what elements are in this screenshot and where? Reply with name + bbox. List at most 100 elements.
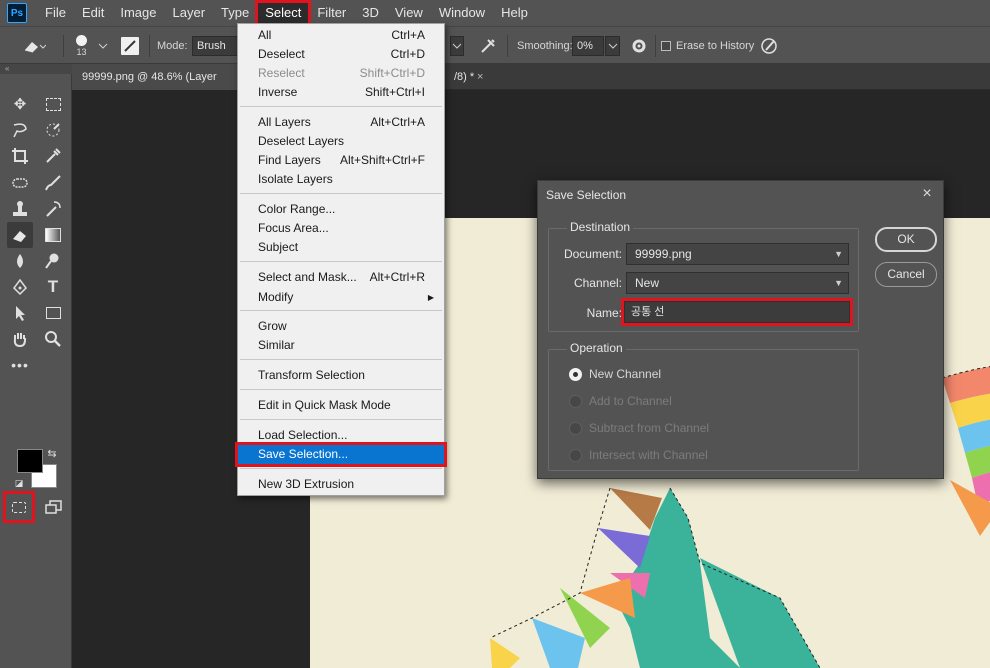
hand-tool-icon[interactable]	[7, 326, 33, 352]
menu-item-modify[interactable]: Modify ▶	[240, 288, 442, 307]
blur-tool-icon[interactable]	[7, 248, 33, 274]
mode-select[interactable]: Brush	[192, 36, 240, 56]
menu-item-new-3d-extrusion[interactable]: New 3D Extrusion	[240, 475, 442, 494]
menu-type[interactable]: Type	[213, 2, 257, 24]
menu-item-color-range[interactable]: Color Range...	[240, 200, 442, 219]
document-tab[interactable]: 99999.png @ 48.6% (Layer 1,	[72, 64, 237, 109]
menu-item-all-layers[interactable]: All Layers Alt+Ctrl+A	[240, 113, 442, 132]
lasso-tool-icon[interactable]	[7, 117, 33, 143]
radio-new-channel[interactable]: New Channel	[569, 365, 661, 383]
menu-edit[interactable]: Edit	[74, 2, 112, 24]
radio-button	[569, 421, 582, 435]
menu-item-label: Inverse	[258, 85, 298, 99]
menu-item-find-layers[interactable]: Find Layers Alt+Shift+Ctrl+F	[240, 151, 442, 170]
swap-colors-icon[interactable]: ⇆	[44, 446, 60, 460]
menu-item-similar[interactable]: Similar	[240, 336, 442, 355]
menu-item-shortcut: Ctrl+D	[390, 47, 425, 61]
radio-label: Intersect with Channel	[589, 448, 708, 462]
menu-item-inverse[interactable]: Inverse Shift+Ctrl+I	[240, 83, 442, 102]
menu-item-load-selection[interactable]: Load Selection...	[240, 426, 442, 445]
gradient-tool-icon[interactable]	[40, 222, 66, 248]
menu-help[interactable]: Help	[493, 2, 536, 24]
pressure-size-toggle[interactable]	[760, 27, 780, 65]
crop-tool-icon[interactable]	[7, 143, 33, 169]
path-selection-tool-icon[interactable]	[7, 300, 33, 326]
menu-item-select-and-mask[interactable]: Select and Mask... Alt+Ctrl+R	[240, 268, 442, 287]
erase-history-checkbox[interactable]	[661, 41, 671, 51]
radio-intersect-with-channel: Intersect with Channel	[569, 446, 708, 464]
clone-stamp-tool-icon[interactable]	[7, 196, 33, 222]
menu-item-label: Subject	[258, 240, 299, 254]
brush-picker-chevron[interactable]	[98, 27, 108, 65]
document-value: 99999.png	[635, 247, 692, 261]
menu-item-label: Color Range...	[258, 202, 336, 216]
smoothing-dropdown[interactable]	[605, 36, 620, 56]
menu-item-deselect[interactable]: Deselect Ctrl+D	[240, 45, 442, 64]
menu-select[interactable]: Select	[255, 0, 312, 26]
erase-history-label: Erase to History	[676, 40, 755, 52]
default-colors-icon[interactable]: ◪	[12, 476, 26, 490]
brush-tip-icon	[76, 35, 87, 46]
menu-item-transform-selection[interactable]: Transform Selection	[240, 366, 442, 385]
menu-item-label: Focus Area...	[258, 221, 329, 235]
brush-panel-toggle[interactable]	[120, 27, 140, 65]
type-tool-icon[interactable]: T	[40, 274, 66, 300]
menu-item-label: Similar	[258, 338, 295, 352]
menu-item-quick-mask[interactable]: Edit in Quick Mask Mode	[240, 396, 442, 415]
menu-item-shortcut: Alt+Shift+Ctrl+F	[339, 153, 425, 167]
eraser-icon	[24, 42, 46, 53]
healing-brush-tool-icon[interactable]	[7, 170, 33, 196]
zoom-tool-icon[interactable]	[40, 326, 66, 352]
menu-image[interactable]: Image	[112, 2, 164, 24]
brush-size-value: 13	[76, 47, 87, 57]
smoothing-input[interactable]: 0%	[572, 36, 604, 56]
menu-item-focus-area[interactable]: Focus Area...	[240, 219, 442, 238]
close-tab-icon[interactable]: ×	[477, 64, 483, 90]
menu-item-save-selection[interactable]: Save Selection...	[235, 442, 447, 467]
close-icon[interactable]: ×	[917, 184, 937, 204]
quick-selection-tool-icon[interactable]	[40, 117, 66, 143]
marquee-tool-icon[interactable]	[40, 91, 66, 117]
menu-3d[interactable]: 3D	[354, 2, 387, 24]
move-tool-icon[interactable]: ✥	[7, 91, 33, 117]
dodge-tool-icon[interactable]	[40, 248, 66, 274]
menu-bar: Ps File Edit Image Layer Type Select Fil…	[0, 0, 990, 26]
airbrush-toggle[interactable]	[478, 27, 500, 65]
brush-size-picker[interactable]: 13	[76, 27, 87, 65]
eraser-tool-preset[interactable]	[20, 27, 46, 65]
channel-select[interactable]: New ▼	[626, 272, 849, 294]
pen-tool-icon[interactable]	[7, 274, 33, 300]
menu-view[interactable]: View	[387, 2, 431, 24]
brush-tool-icon[interactable]	[40, 170, 66, 196]
partial-field-wrap	[450, 27, 464, 65]
menu-filter[interactable]: Filter	[309, 2, 354, 24]
ok-button[interactable]: OK	[875, 227, 937, 252]
menu-item-isolate-layers[interactable]: Isolate Layers	[240, 170, 442, 189]
operation-label: Operation	[567, 341, 626, 355]
rectangle-tool-icon[interactable]	[40, 300, 66, 326]
screen-mode-icon[interactable]	[40, 494, 66, 520]
eyedropper-tool-icon[interactable]	[40, 143, 66, 169]
menu-item-all[interactable]: All Ctrl+A	[240, 26, 442, 45]
name-input[interactable]: 공통 선	[621, 298, 853, 326]
menu-item-deselect-layers[interactable]: Deselect Layers	[240, 132, 442, 151]
menu-file[interactable]: File	[37, 2, 74, 24]
quick-mask-mode-button[interactable]	[3, 491, 35, 523]
menu-layer[interactable]: Layer	[165, 2, 214, 24]
menu-window[interactable]: Window	[431, 2, 493, 24]
menu-item-shortcut: Alt+Ctrl+R	[369, 270, 425, 284]
smoothing-options-button[interactable]	[630, 27, 648, 65]
more-tools-icon[interactable]: •••	[7, 352, 33, 378]
chevron-down-icon: ▼	[834, 278, 843, 288]
menu-item-subject[interactable]: Subject	[240, 238, 442, 257]
panel-collapse-icon[interactable]: «	[0, 64, 72, 74]
document-select[interactable]: 99999.png ▼	[626, 243, 849, 265]
eraser-tool-icon[interactable]	[7, 222, 33, 248]
foreground-color-swatch[interactable]	[17, 449, 43, 473]
partial-dropdown[interactable]	[450, 36, 464, 56]
destination-label: Destination	[567, 220, 634, 234]
radio-subtract-from-channel: Subtract from Channel	[569, 419, 709, 437]
menu-item-grow[interactable]: Grow	[240, 317, 442, 336]
history-brush-tool-icon[interactable]	[40, 196, 66, 222]
cancel-button[interactable]: Cancel	[875, 262, 937, 287]
